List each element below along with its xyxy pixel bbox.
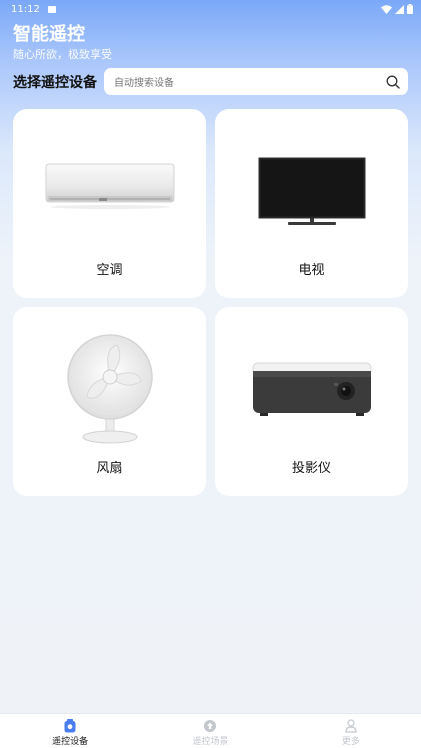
bottom-nav: 遥控设备 遥控场景 更多 [0, 713, 421, 748]
television-icon [258, 157, 365, 225]
status-time: 11:12 [11, 3, 40, 15]
scene-icon [204, 720, 217, 732]
nav-item-more[interactable]: 更多 [281, 714, 421, 748]
nav-label: 遥控场景 [192, 737, 229, 747]
nav-item-remote-devices[interactable]: 遥控设备 [0, 714, 140, 748]
person-icon [345, 719, 357, 733]
header: 智能遥控 随心所欲，极致享受 [13, 24, 112, 62]
device-label: 空调 [96, 263, 123, 278]
battery-icon [407, 4, 413, 14]
projector-icon [252, 362, 371, 416]
status-bar: 11:12 [0, 0, 421, 18]
nav-label: 遥控设备 [52, 737, 89, 747]
search-placeholder: 自动搜索设备 [114, 78, 174, 89]
notification-icon [47, 5, 56, 13]
select-device-label: 选择遥控设备 [13, 75, 97, 91]
remote-icon [64, 719, 76, 733]
electric-fan-icon [66, 334, 153, 444]
nav-label: 更多 [341, 737, 360, 747]
wifi-icon [381, 4, 392, 14]
page-subtitle: 随心所欲，极致享受 [13, 48, 112, 61]
nav-item-remote-scenes[interactable]: 遥控场景 [140, 714, 280, 748]
page-title: 智能遥控 [13, 24, 85, 45]
search-icon[interactable] [386, 75, 400, 89]
device-card-electric-fan[interactable]: 风扇 [13, 307, 206, 496]
device-label: 风扇 [96, 461, 123, 476]
device-card-television[interactable]: 电视 [215, 109, 408, 298]
air-conditioner-icon [45, 163, 174, 209]
device-card-projector[interactable]: 投影仪 [215, 307, 408, 496]
search-input[interactable]: 自动搜索设备 [104, 68, 408, 95]
device-card-air-conditioner[interactable]: 空调 [13, 109, 206, 298]
signal-icon [395, 4, 404, 14]
device-label: 投影仪 [291, 461, 331, 476]
device-label: 电视 [298, 263, 325, 278]
